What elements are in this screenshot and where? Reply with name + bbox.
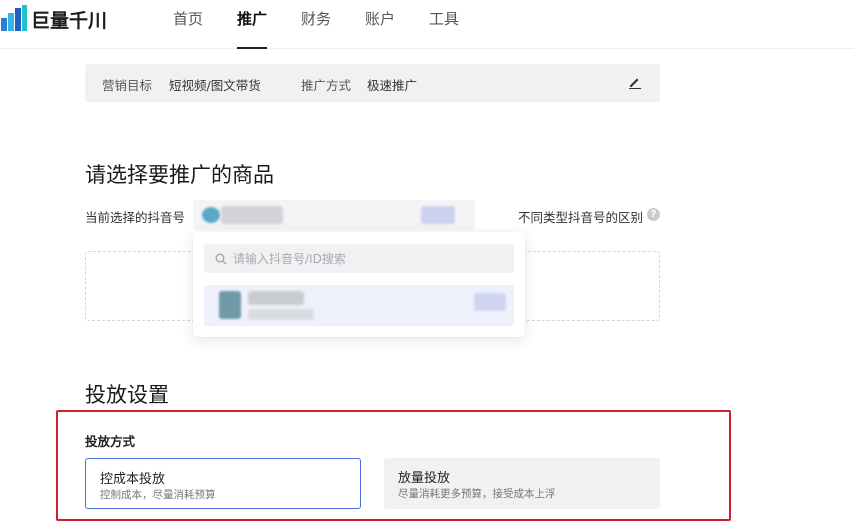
main-nav: 首页 推广 财务 账户 工具 xyxy=(173,0,469,49)
option-name-blurred xyxy=(248,291,304,305)
account-avatar xyxy=(202,207,220,223)
account-search-box[interactable] xyxy=(204,244,514,273)
top-navigation-bar: 巨量千川 首页 推广 财务 账户 工具 xyxy=(0,0,854,49)
option-description: 控制成本，尽量消耗预算 xyxy=(100,489,216,501)
account-search-input[interactable] xyxy=(233,251,503,266)
brand-logo-icon xyxy=(1,5,27,31)
search-icon xyxy=(215,253,227,264)
method-label: 推广方式 xyxy=(301,78,352,93)
nav-account[interactable]: 账户 xyxy=(365,0,429,49)
product-section-title: 请选择要推广的商品 xyxy=(85,163,274,187)
option-badge-blurred xyxy=(474,293,506,311)
option-avatar xyxy=(219,291,241,319)
option-id-blurred xyxy=(248,309,314,320)
nav-tools[interactable]: 工具 xyxy=(429,0,469,49)
option-title: 放量投放 xyxy=(398,471,451,486)
question-circle-icon[interactable]: ? xyxy=(647,208,660,221)
cost-control-option[interactable]: 控成本投放 控制成本，尽量消耗预算 xyxy=(85,458,361,509)
brand-logo[interactable]: 巨量千川 xyxy=(0,4,107,34)
option-title: 控成本投放 xyxy=(100,472,166,487)
goal-label: 营销目标 xyxy=(102,78,153,93)
delivery-settings-title: 投放设置 xyxy=(85,383,169,407)
account-name-blurred xyxy=(221,206,283,224)
account-type-difference-link[interactable]: 不同类型抖音号的区别 xyxy=(518,207,643,226)
pencil-icon[interactable] xyxy=(628,75,642,89)
brand-name: 巨量千川 xyxy=(31,9,108,32)
goal-value: 短视频/图文带货 xyxy=(169,78,261,93)
nav-promotion[interactable]: 推广 xyxy=(237,0,267,49)
current-account-label: 当前选择的抖音号 xyxy=(85,210,186,225)
method-value: 极速推广 xyxy=(367,78,418,93)
account-select[interactable] xyxy=(193,200,475,230)
nav-finance[interactable]: 财务 xyxy=(301,0,365,49)
delivery-mode-label: 投放方式 xyxy=(85,434,136,449)
account-option[interactable] xyxy=(204,285,514,326)
option-description: 尽量消耗更多预算，接受成本上浮 xyxy=(398,488,556,500)
account-badge-blurred xyxy=(421,206,455,224)
nav-home[interactable]: 首页 xyxy=(173,0,237,49)
campaign-summary-bar: 营销目标 短视频/图文带货 推广方式 极速推广 xyxy=(85,64,660,102)
volume-delivery-option[interactable]: 放量投放 尽量消耗更多预算，接受成本上浮 xyxy=(384,458,660,509)
account-dropdown xyxy=(193,232,525,337)
